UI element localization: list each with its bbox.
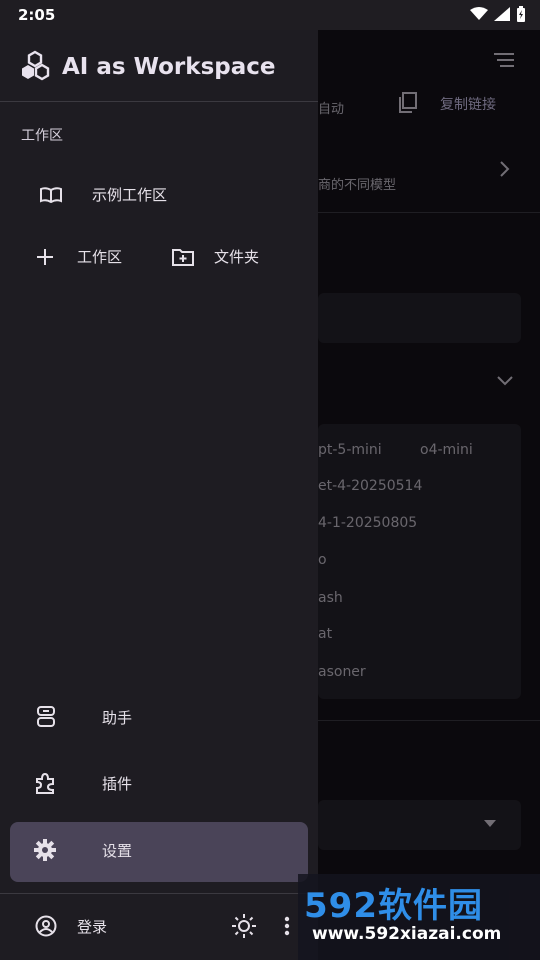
navigation-drawer: AI as Workspace 工作区 示例工作区 工作区 文件夹 助手 插件 [0,30,318,960]
book-open-icon [40,186,62,203]
login-button[interactable]: 登录 [35,915,107,937]
app-title: AI as Workspace [62,54,276,80]
watermark: 592软件园 www.592xiazai.com [298,874,540,960]
sun-theme-icon[interactable] [232,914,256,938]
plugins-label: 插件 [102,774,133,793]
brand: AI as Workspace [18,50,275,84]
status-time: 2:05 [18,6,56,24]
settings-label: 设置 [102,841,133,860]
add-folder-button[interactable]: 文件夹 [172,246,259,267]
folder-plus-icon [172,248,194,266]
watermark-title: 592软件园 [304,886,483,926]
header-divider [0,101,318,102]
add-folder-label: 文件夹 [214,248,260,266]
settings-item[interactable]: 设置 [34,839,132,861]
wifi-icon [470,7,488,21]
footer-divider [0,893,318,894]
hexagon-logo-icon [18,50,52,84]
more-vertical-icon[interactable] [284,916,290,936]
add-workspace-button[interactable]: 工作区 [36,246,122,267]
login-label: 登录 [77,917,108,936]
robot-icon [36,706,56,728]
example-workspace-item[interactable]: 示例工作区 [40,184,167,205]
watermark-url: www.592xiazai.com [312,924,502,944]
puzzle-icon [34,772,56,794]
add-workspace-label: 工作区 [77,248,123,266]
signal-icon [494,7,510,21]
plus-icon [36,248,54,266]
gear-icon [34,839,56,861]
example-workspace-label: 示例工作区 [92,186,168,204]
assistant-item[interactable]: 助手 [36,706,132,728]
account-circle-icon [35,915,57,937]
section-workspace-label: 工作区 [21,128,63,144]
plugins-item[interactable]: 插件 [34,772,132,794]
assistant-label: 助手 [102,708,133,727]
status-bar: 2:05 [0,0,540,30]
battery-icon [516,6,526,22]
